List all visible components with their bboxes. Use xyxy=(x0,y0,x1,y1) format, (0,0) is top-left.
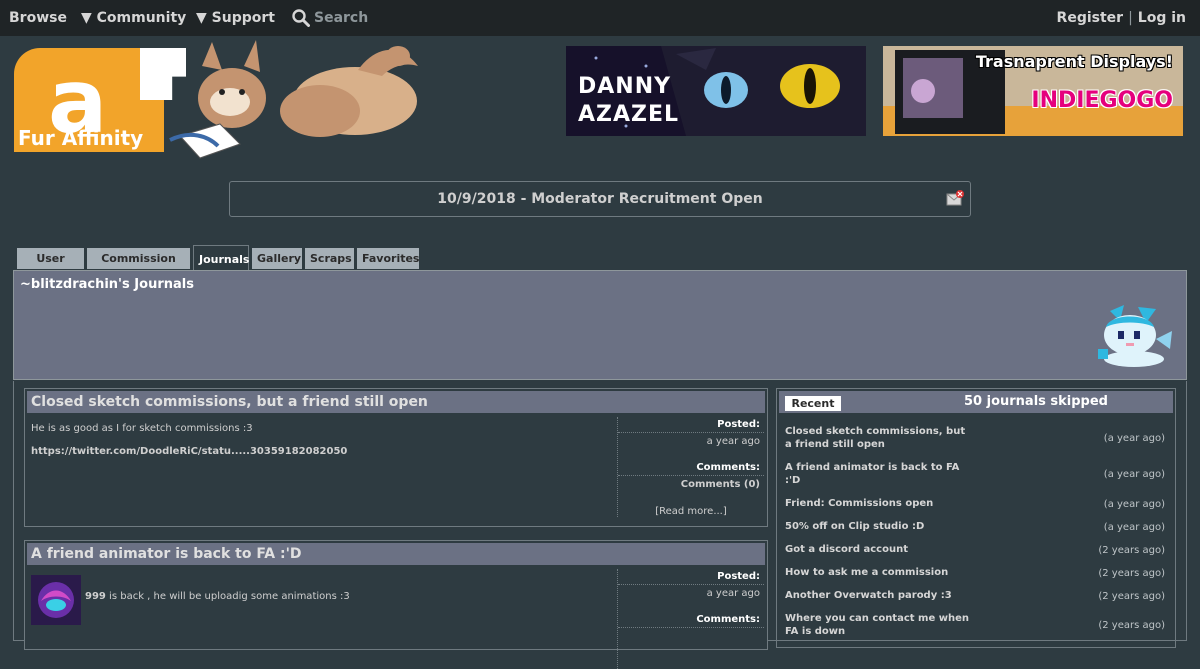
journal-meta: Posted: a year ago Comments: Comments (0… xyxy=(617,417,764,517)
list-item[interactable]: Friend: Commissions open (a year ago) xyxy=(785,497,1167,510)
ad2-line1: Trasnaprent Displays! xyxy=(975,52,1173,71)
user-avatar-sprite[interactable] xyxy=(1090,305,1174,367)
journal-age: (a year ago) xyxy=(1103,433,1165,444)
ad1-line1: DANNY xyxy=(578,74,672,99)
nav-community-label: ▼ Community xyxy=(81,10,187,26)
mascot-illustration xyxy=(169,40,418,159)
list-item[interactable]: A friend animator is back to FA :'D (a ye… xyxy=(785,461,1167,487)
recent-journals-sidebar: Recent 50 journals skipped Closed sketch… xyxy=(776,388,1176,648)
journal-entry: A friend animator is back to FA :'D 999 … xyxy=(24,540,768,669)
journal-link[interactable]: 50% off on Clip studio :D xyxy=(785,520,975,533)
dismiss-notice-icon[interactable] xyxy=(946,190,964,206)
register-link[interactable]: Register xyxy=(1057,10,1124,26)
comments-label: Comments: xyxy=(618,460,764,476)
site-notice-banner: 10/9/2018 - Moderator Recruitment Open xyxy=(229,181,971,217)
journal-link[interactable]: Another Overwatch parody :3 xyxy=(785,589,975,602)
journal-entry: Closed sketch commissions, but a friend … xyxy=(24,388,768,527)
logo-text: Fur Affinity xyxy=(18,126,144,150)
read-more-link[interactable]: [Read more...] xyxy=(618,503,764,520)
journal-title-link[interactable]: Closed sketch commissions, but a friend … xyxy=(27,391,765,413)
comments-link[interactable]: Comments (0) xyxy=(618,476,764,493)
tab-user-page[interactable]: User Page xyxy=(17,248,84,286)
journal-age: (a year ago) xyxy=(1103,521,1165,533)
journals-page-title: ~blitzdrachin's Journals xyxy=(20,277,194,292)
nav-support-menu[interactable]: ▼ Support xyxy=(196,0,275,36)
sidebar-header: Recent 50 journals skipped xyxy=(779,391,1173,413)
tab-gallery[interactable]: Gallery xyxy=(252,248,302,269)
journal-body-text: 999 is back , he will be uploadig some a… xyxy=(85,591,350,602)
nav-browse-label: Browse xyxy=(9,10,67,26)
journals-header-panel: ~blitzdrachin's Journals xyxy=(13,270,1187,380)
comments-label: Comments: xyxy=(618,612,764,628)
journal-body-link[interactable]: https://twitter.com/DoodleRiC/statu.....… xyxy=(31,446,611,457)
journal-body: He is as good as I for sketch commission… xyxy=(31,423,611,457)
search-box[interactable]: Search xyxy=(292,0,368,36)
journal-link[interactable]: Closed sketch commissions, but a friend … xyxy=(785,425,975,451)
ad-banner-indiegogo[interactable]: Trasnaprent Displays! INDIEGOGO xyxy=(883,46,1183,136)
recent-journals-list: Closed sketch commissions, but a friend … xyxy=(785,425,1167,648)
search-icon xyxy=(292,9,310,27)
journals-skipped-label: 50 journals skipped xyxy=(964,394,1108,409)
nav-browse-link[interactable]: Browse xyxy=(9,0,67,36)
journal-age: (2 years ago) xyxy=(1098,620,1165,631)
auth-separator: | xyxy=(1128,10,1133,26)
tab-scraps[interactable]: Scraps xyxy=(305,248,354,269)
ad1-line2: AZAZEL xyxy=(578,102,680,127)
notice-text: 10/9/2018 - Moderator Recruitment Open xyxy=(437,191,763,207)
journal-age: (2 years ago) xyxy=(1098,590,1165,602)
nav-community-menu[interactable]: ▼ Community xyxy=(81,0,186,36)
list-item[interactable]: Another Overwatch parody :3 (2 years ago) xyxy=(785,589,1167,602)
journal-meta: Posted: a year ago Comments: xyxy=(617,569,764,669)
journal-link[interactable]: Friend: Commissions open xyxy=(785,497,975,510)
journal-link[interactable]: How to ask me a commission xyxy=(785,566,975,579)
list-item[interactable]: Where you can contact me when FA is down… xyxy=(785,612,1167,638)
journal-age: (2 years ago) xyxy=(1098,567,1165,579)
auth-links: Register | Log in xyxy=(1057,0,1186,36)
search-placeholder: Search xyxy=(314,10,369,26)
posted-label: Posted: xyxy=(618,569,764,585)
list-item[interactable]: 50% off on Clip studio :D (a year ago) xyxy=(785,520,1167,533)
tab-commission-info[interactable]: Commission Info xyxy=(87,248,190,286)
tab-favorites[interactable]: Favorites xyxy=(357,248,419,269)
journal-title-link[interactable]: A friend animator is back to FA :'D xyxy=(27,543,765,565)
journal-link[interactable]: A friend animator is back to FA :'D xyxy=(785,461,975,487)
top-nav-bar: Browse ▼ Community ▼ Support Search Regi… xyxy=(0,0,1200,36)
journal-link[interactable]: Got a discord account xyxy=(785,543,975,556)
tab-journals[interactable]: Journals xyxy=(193,245,249,270)
ad2-line2: INDIEGOGO xyxy=(1031,88,1173,113)
journal-age: (a year ago) xyxy=(1103,469,1165,480)
journal-age: (a year ago) xyxy=(1103,498,1165,510)
recent-button[interactable]: Recent xyxy=(785,396,841,411)
friend-name-link[interactable]: 999 xyxy=(85,591,106,602)
login-link[interactable]: Log in xyxy=(1138,10,1186,26)
list-item[interactable]: How to ask me a commission (2 years ago) xyxy=(785,566,1167,579)
list-item[interactable]: Got a discord account (2 years ago) xyxy=(785,543,1167,556)
nav-support-label: ▼ Support xyxy=(196,10,275,26)
journal-age: (2 years ago) xyxy=(1098,544,1165,556)
journal-body-text: He is as good as I for sketch commission… xyxy=(31,423,253,434)
journal-body-sentence: is back , he will be uploadig some anima… xyxy=(105,591,350,602)
posted-label: Posted: xyxy=(618,417,764,433)
list-item[interactable]: Closed sketch commissions, but a friend … xyxy=(785,425,1167,451)
posted-value: a year ago xyxy=(706,588,760,599)
journal-link[interactable]: Where you can contact me when FA is down xyxy=(785,612,975,638)
friend-avatar-icon[interactable] xyxy=(31,575,81,625)
posted-value: a year ago xyxy=(706,436,760,447)
ad-banner-danny-azazel[interactable]: DANNY AZAZEL xyxy=(566,46,866,136)
